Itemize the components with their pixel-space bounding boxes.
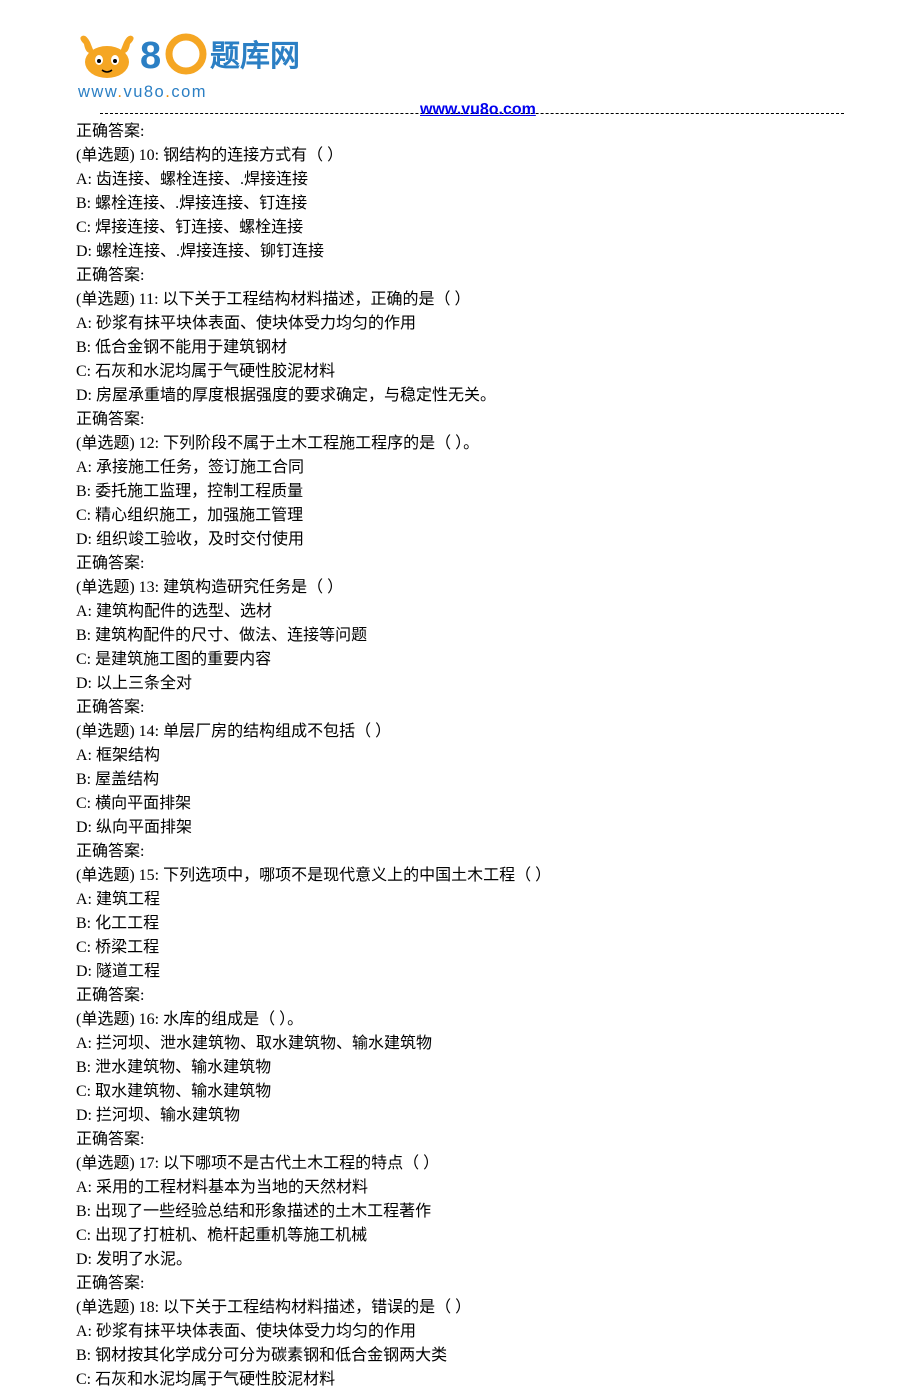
question-block: (单选题) 17: 以下哪项不是古代土木工程的特点（ ）A: 采用的工程材料基本… [76,1152,844,1296]
question-option: D: 发明了水泥。 [76,1248,844,1272]
question-option: D: 组织竣工验收，及时交付使用 [76,528,844,552]
question-block: (单选题) 18: 以下关于工程结构材料描述，错误的是（ ）A: 砂浆有抹平块体… [76,1296,844,1392]
answer-label: 正确答案: [76,840,844,864]
answer-label: 正确答案: [76,696,844,720]
question-prompt: (单选题) 13: 建筑构造研究任务是（ ） [76,576,844,600]
question-prompt: (单选题) 14: 单层厂房的结构组成不包括（ ） [76,720,844,744]
logo-url-domain: vu8o [123,83,165,101]
question-block: (单选题) 13: 建筑构造研究任务是（ ）A: 建筑构配件的选型、选材B: 建… [76,576,844,720]
question-block: (单选题) 10: 钢结构的连接方式有（ ）A: 齿连接、螺栓连接、.焊接连接B… [76,144,844,288]
question-option: B: 钢材按其化学成分可分为碳素钢和低合金钢两大类 [76,1344,844,1368]
question-block: (单选题) 16: 水库的组成是（ ）。A: 拦河坝、泄水建筑物、取水建筑物、输… [76,1008,844,1152]
answer-label: 正确答案: [76,264,844,288]
question-option: A: 建筑工程 [76,888,844,912]
question-option: C: 取水建筑物、输水建筑物 [76,1080,844,1104]
logo-main: 8 题库网 [76,30,310,82]
question-option: B: 出现了一些经验总结和形象描述的土木工程著作 [76,1200,844,1224]
question-block: (单选题) 14: 单层厂房的结构组成不包括（ ）A: 框架结构B: 屋盖结构C… [76,720,844,864]
question-option: C: 石灰和水泥均属于气硬性胶泥材料 [76,360,844,384]
question-option: A: 砂浆有抹平块体表面、使块体受力均匀的作用 [76,312,844,336]
question-option: D: 以上三条全对 [76,672,844,696]
question-prompt: (单选题) 17: 以下哪项不是古代土木工程的特点（ ） [76,1152,844,1176]
svg-text:8: 8 [140,35,161,77]
question-option: D: 纵向平面排架 [76,816,844,840]
question-prompt: (单选题) 18: 以下关于工程结构材料描述，错误的是（ ） [76,1296,844,1320]
site-link[interactable]: www.vu8o.com [420,98,536,122]
answer-label: 正确答案: [76,552,844,576]
question-list: (单选题) 10: 钢结构的连接方式有（ ）A: 齿连接、螺栓连接、.焊接连接B… [76,144,844,1392]
logo: 8 题库网 www.vu8o.com [76,30,844,105]
question-option: A: 承接施工任务，签订施工合同 [76,456,844,480]
question-option: C: 出现了打桩机、桅杆起重机等施工机械 [76,1224,844,1248]
question-block: (单选题) 12: 下列阶段不属于土木工程施工程序的是（ ）。A: 承接施工任务… [76,432,844,576]
answer-label: 正确答案: [76,120,844,144]
question-option: B: 委托施工监理，控制工程质量 [76,480,844,504]
question-prompt: (单选题) 12: 下列阶段不属于土木工程施工程序的是（ ）。 [76,432,844,456]
question-option: C: 横向平面排架 [76,792,844,816]
logo-url-www: www [78,83,117,101]
question-option: A: 建筑构配件的选型、选材 [76,600,844,624]
question-option: C: 石灰和水泥均属于气硬性胶泥材料 [76,1368,844,1392]
question-option: A: 框架结构 [76,744,844,768]
question-option: A: 拦河坝、泄水建筑物、取水建筑物、输水建筑物 [76,1032,844,1056]
question-prompt: (单选题) 10: 钢结构的连接方式有（ ） [76,144,844,168]
logo-text-icon: 8 题库网 [140,30,310,82]
question-option: D: 螺栓连接、.焊接连接、铆钉连接 [76,240,844,264]
question-option: B: 屋盖结构 [76,768,844,792]
question-option: D: 拦河坝、输水建筑物 [76,1104,844,1128]
page-header: 8 题库网 www.vu8o.com www.vu8o.com [0,0,920,105]
answer-label: 正确答案: [76,1272,844,1296]
question-prompt: (单选题) 11: 以下关于工程结构材料描述，正确的是（ ） [76,288,844,312]
question-option: D: 隧道工程 [76,960,844,984]
question-option: C: 精心组织施工，加强施工管理 [76,504,844,528]
question-option: B: 化工工程 [76,912,844,936]
question-option: B: 螺栓连接、.焊接连接、钉连接 [76,192,844,216]
question-block: (单选题) 11: 以下关于工程结构材料描述，正确的是（ ）A: 砂浆有抹平块体… [76,288,844,432]
question-block: (单选题) 15: 下列选项中，哪项不是现代意义上的中国土木工程（ ）A: 建筑… [76,864,844,1008]
question-option: C: 焊接连接、钉连接、螺栓连接 [76,216,844,240]
answer-label: 正确答案: [76,408,844,432]
question-option: B: 低合金钢不能用于建筑钢材 [76,336,844,360]
question-option: D: 房屋承重墙的厚度根据强度的要求确定，与稳定性无关。 [76,384,844,408]
logo-url: www.vu8o.com [78,80,207,105]
content: 正确答案: (单选题) 10: 钢结构的连接方式有（ ）A: 齿连接、螺栓连接、… [0,120,920,1392]
logo-mascot-icon [76,32,138,80]
question-option: A: 砂浆有抹平块体表面、使块体受力均匀的作用 [76,1320,844,1344]
question-option: B: 建筑构配件的尺寸、做法、连接等问题 [76,624,844,648]
question-option: A: 齿连接、螺栓连接、.焊接连接 [76,168,844,192]
question-prompt: (单选题) 15: 下列选项中，哪项不是现代意义上的中国土木工程（ ） [76,864,844,888]
question-option: C: 桥梁工程 [76,936,844,960]
answer-label: 正确答案: [76,1128,844,1152]
svg-text:题库网: 题库网 [210,40,300,73]
question-option: C: 是建筑施工图的重要内容 [76,648,844,672]
answer-label: 正确答案: [76,984,844,1008]
question-option: A: 采用的工程材料基本为当地的天然材料 [76,1176,844,1200]
logo-url-tld: com [171,83,207,101]
question-option: B: 泄水建筑物、输水建筑物 [76,1056,844,1080]
question-prompt: (单选题) 16: 水库的组成是（ ）。 [76,1008,844,1032]
